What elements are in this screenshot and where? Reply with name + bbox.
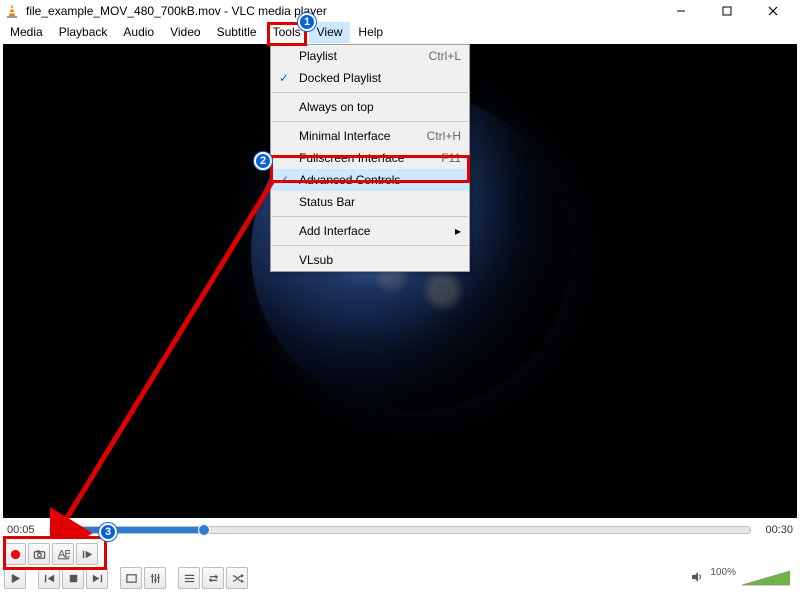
controls-area: AB 100% — [4, 542, 796, 594]
playlist-button[interactable] — [178, 567, 200, 589]
skip-next-button[interactable] — [86, 567, 108, 589]
menu-separator — [272, 245, 468, 246]
submenu-arrow-icon: ▸ — [455, 224, 461, 238]
frame-step-button[interactable] — [76, 543, 98, 565]
maximize-button[interactable] — [704, 0, 750, 22]
menu-audio[interactable]: Audio — [115, 22, 162, 43]
seek-bar-row: 00:05 00:30 — [3, 520, 797, 540]
volume-percent: 100% — [710, 567, 736, 578]
menu-bar: Media Playback Audio Video Subtitle Tool… — [0, 22, 800, 44]
snapshot-button[interactable] — [28, 543, 50, 565]
loop-ab-button[interactable]: AB — [52, 543, 74, 565]
view-item-add-interface[interactable]: Add Interface ▸ — [271, 220, 469, 242]
menu-label: Add Interface — [297, 224, 455, 238]
view-item-status-bar[interactable]: Status Bar — [271, 191, 469, 213]
view-item-docked-playlist[interactable]: ✓ Docked Playlist — [271, 67, 469, 89]
fullscreen-button[interactable] — [120, 567, 142, 589]
extended-settings-button[interactable] — [144, 567, 166, 589]
view-item-minimal-interface[interactable]: Minimal Interface Ctrl+H — [271, 125, 469, 147]
menu-separator — [272, 92, 468, 93]
menu-view[interactable]: View — [309, 22, 351, 43]
menu-accel: Ctrl+L — [419, 49, 461, 63]
menu-label: Playlist — [297, 49, 419, 63]
speaker-icon[interactable] — [690, 570, 704, 587]
view-item-always-on-top[interactable]: Always on top — [271, 96, 469, 118]
menu-label: Docked Playlist — [297, 71, 461, 85]
window-buttons — [658, 0, 796, 22]
advanced-controls-row: AB — [4, 542, 796, 566]
seek-progress — [50, 527, 204, 533]
stop-button[interactable] — [62, 567, 84, 589]
menu-accel: Ctrl+H — [417, 129, 461, 143]
seek-bar[interactable] — [49, 526, 751, 534]
view-item-vlsub[interactable]: VLsub — [271, 249, 469, 271]
view-item-advanced-controls[interactable]: ✓ Advanced Controls — [271, 169, 469, 191]
menu-label: Advanced Controls — [297, 173, 461, 187]
menu-label: Always on top — [297, 100, 461, 114]
check-icon: ✓ — [271, 173, 297, 187]
menu-subtitle[interactable]: Subtitle — [209, 22, 265, 43]
record-button[interactable] — [4, 543, 26, 565]
view-dropdown: Playlist Ctrl+L ✓ Docked Playlist Always… — [270, 44, 470, 272]
menu-separator — [272, 216, 468, 217]
vlc-cone-icon — [4, 3, 20, 19]
check-icon: ✓ — [271, 71, 297, 85]
total-time[interactable]: 00:30 — [751, 524, 797, 536]
close-button[interactable] — [750, 0, 796, 22]
elapsed-time[interactable]: 00:05 — [3, 524, 49, 536]
play-button[interactable] — [4, 567, 26, 589]
view-item-playlist[interactable]: Playlist Ctrl+L — [271, 45, 469, 67]
shuffle-button[interactable] — [226, 567, 248, 589]
menu-playback[interactable]: Playback — [51, 22, 116, 43]
menu-video[interactable]: Video — [162, 22, 208, 43]
minimize-button[interactable] — [658, 0, 704, 22]
view-item-fullscreen-interface[interactable]: Fullscreen Interface F11 — [271, 147, 469, 169]
menu-tools[interactable]: Tools — [265, 22, 309, 43]
menu-label: VLsub — [297, 253, 461, 267]
menu-label: Fullscreen Interface — [297, 151, 431, 165]
window-title: file_example_MOV_480_700kB.mov - VLC med… — [26, 4, 658, 18]
menu-label: Status Bar — [297, 195, 461, 209]
main-controls-row: 100% — [4, 566, 796, 590]
volume-slider[interactable] — [742, 569, 790, 587]
menu-label: Minimal Interface — [297, 129, 417, 143]
menu-help[interactable]: Help — [350, 22, 391, 43]
menu-accel: F11 — [431, 151, 461, 165]
menu-separator — [272, 121, 468, 122]
skip-prev-button[interactable] — [38, 567, 60, 589]
loop-button[interactable] — [202, 567, 224, 589]
title-bar: file_example_MOV_480_700kB.mov - VLC med… — [0, 0, 800, 22]
advanced-controls-group: AB — [4, 543, 98, 565]
seek-knob[interactable] — [198, 524, 210, 536]
menu-media[interactable]: Media — [2, 22, 51, 43]
volume-control: 100% — [690, 569, 796, 587]
